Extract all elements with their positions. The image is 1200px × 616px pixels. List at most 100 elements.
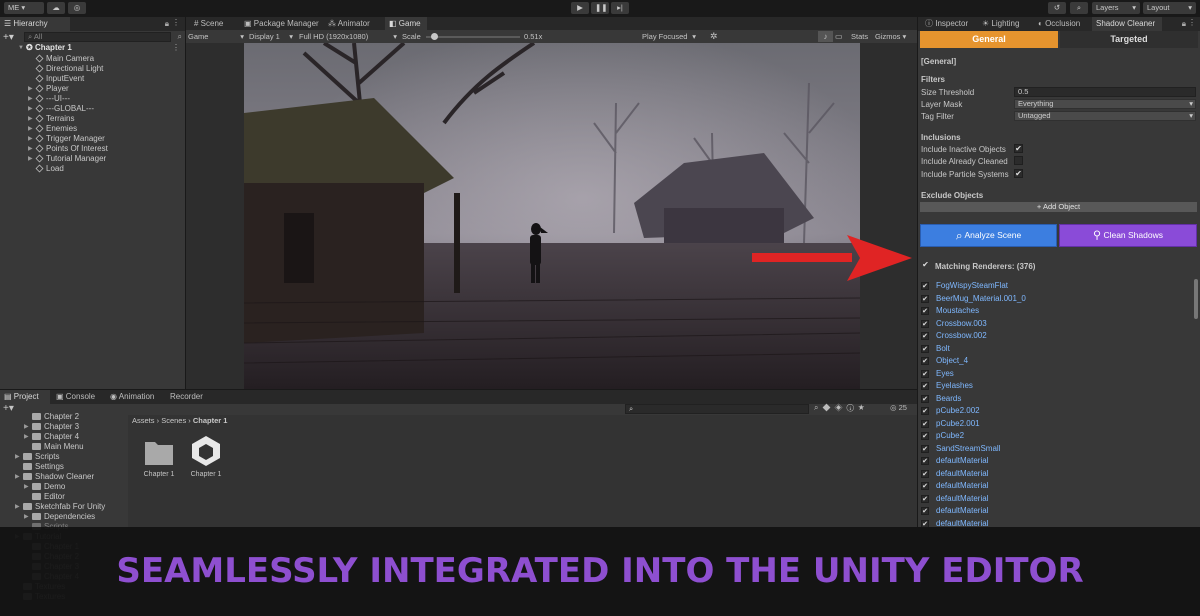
lock-icon[interactable]: 🔒︎ bbox=[165, 19, 169, 29]
tab-hierarchy[interactable]: ☰ Hierarchy bbox=[0, 17, 70, 31]
analyze-scene-button[interactable]: ⌕ Analyze Scene bbox=[920, 224, 1057, 247]
hierarchy-item[interactable]: ▶ Terrains bbox=[28, 114, 74, 124]
renderer-link[interactable]: FogWispySteamFlat bbox=[936, 280, 1008, 292]
expand-arrow-icon[interactable]: ▶ bbox=[24, 432, 32, 442]
renderer-link[interactable]: pCube2.001 bbox=[936, 418, 980, 430]
renderer-link[interactable]: Crossbow.002 bbox=[936, 330, 987, 342]
hierarchy-item[interactable]: ▶ Points Of Interest bbox=[28, 144, 108, 154]
expand-arrow-icon[interactable]: ▼ bbox=[18, 43, 26, 53]
select-all-checkbox[interactable]: ✔ bbox=[921, 261, 930, 270]
breadcrumb-chapter[interactable]: Chapter 1 bbox=[193, 416, 228, 425]
renderer-link[interactable]: Beards bbox=[936, 393, 961, 405]
project-tree-item[interactable]: ▶ Sketchfab For Unity bbox=[15, 502, 105, 512]
hierarchy-item[interactable]: ▶ ---UI--- bbox=[28, 94, 70, 104]
expand-arrow-icon[interactable]: ▶ bbox=[28, 124, 36, 134]
game-viewport[interactable] bbox=[244, 43, 860, 389]
project-tree-item[interactable]: Settings bbox=[15, 462, 64, 472]
expand-arrow-icon[interactable]: ▶ bbox=[28, 84, 36, 94]
hierarchy-item[interactable]: ▶ Trigger Manager bbox=[28, 134, 105, 144]
project-tree-item[interactable]: ▶ Dependencies bbox=[24, 512, 95, 522]
cloud-icon[interactable]: ☁ bbox=[47, 2, 65, 14]
renderer-link[interactable]: BeerMug_Material.001_0 bbox=[936, 293, 1026, 305]
renderer-checkbox[interactable]: ✔ bbox=[921, 369, 929, 378]
project-tree-item[interactable]: ▶ Chapter 4 bbox=[24, 432, 79, 442]
expand-arrow-icon[interactable]: ▶ bbox=[24, 512, 32, 522]
renderer-checkbox[interactable]: ✔ bbox=[921, 469, 929, 478]
project-tree-item[interactable]: Editor bbox=[24, 492, 65, 502]
bug-icon[interactable]: ✲ bbox=[710, 30, 718, 43]
layout-dropdown[interactable]: Layout ▾ bbox=[1143, 2, 1196, 14]
play-mode-dropdown[interactable]: Play Focused ▾ bbox=[642, 31, 696, 42]
renderer-checkbox[interactable]: ✔ bbox=[921, 294, 929, 303]
tab-targeted[interactable]: Targeted bbox=[1060, 31, 1198, 48]
project-toolbar-icons[interactable]: ⌕◆◈ⓘ★ bbox=[814, 403, 868, 413]
gizmos-button[interactable]: Gizmos ▾ bbox=[875, 31, 906, 42]
scale-slider-handle[interactable] bbox=[430, 33, 438, 40]
hierarchy-item[interactable]: ▶ ---GLOBAL--- bbox=[28, 104, 94, 114]
include-particles-checkbox[interactable]: ✔ bbox=[1014, 169, 1023, 178]
renderer-link[interactable]: pCube2.002 bbox=[936, 405, 980, 417]
renderer-checkbox[interactable]: ✔ bbox=[921, 407, 929, 415]
pause-button[interactable]: ❚❚ bbox=[591, 2, 609, 14]
expand-arrow-icon[interactable]: ▶ bbox=[28, 144, 36, 154]
breadcrumb-scenes[interactable]: Scenes bbox=[161, 416, 186, 425]
hierarchy-item[interactable]: Directional Light bbox=[28, 64, 103, 74]
expand-arrow-icon[interactable]: ▶ bbox=[28, 94, 36, 104]
project-tree-item[interactable]: ▶ Chapter 3 bbox=[24, 422, 79, 432]
expand-arrow-icon[interactable]: ▶ bbox=[28, 134, 36, 144]
project-tree-item[interactable]: Chapter 2 bbox=[24, 412, 79, 422]
scale-slider-track[interactable] bbox=[426, 36, 520, 38]
hierarchy-item[interactable]: InputEvent bbox=[28, 74, 84, 84]
stats-button[interactable]: Stats bbox=[851, 31, 868, 42]
renderer-link[interactable]: Bolt bbox=[936, 343, 950, 355]
display-dropdown[interactable]: Display 1 ▾ bbox=[249, 31, 293, 42]
renderer-link[interactable]: defaultMaterial bbox=[936, 468, 988, 480]
display-icon[interactable]: ▭ bbox=[835, 31, 843, 42]
renderer-link[interactable]: SandStreamSmall bbox=[936, 443, 1000, 455]
renderer-checkbox[interactable]: ✔ bbox=[921, 432, 929, 440]
renderer-checkbox[interactable]: ✔ bbox=[921, 344, 929, 353]
game-mode-dropdown[interactable]: Game ▾ bbox=[188, 31, 244, 42]
create-plus-icon[interactable]: +▾ bbox=[3, 32, 14, 43]
renderer-link[interactable]: Moustaches bbox=[936, 305, 979, 317]
renderer-checkbox[interactable]: ✔ bbox=[921, 457, 929, 465]
add-object-button[interactable]: + Add Object bbox=[920, 202, 1197, 212]
renderer-checkbox[interactable]: ✔ bbox=[921, 307, 929, 315]
renderer-checkbox[interactable]: ✔ bbox=[921, 507, 929, 515]
renderer-link[interactable]: Crossbow.003 bbox=[936, 318, 987, 330]
hierarchy-item[interactable]: Main Camera bbox=[28, 54, 94, 64]
tab-project[interactable]: ▤ Project bbox=[0, 390, 50, 404]
renderer-link[interactable]: defaultMaterial bbox=[936, 480, 988, 492]
play-button[interactable]: ▶ bbox=[571, 2, 589, 14]
renderer-link[interactable]: defaultMaterial bbox=[936, 505, 988, 517]
project-search-input[interactable]: ⌕ bbox=[625, 404, 809, 414]
tab-shadow-cleaner[interactable]: Shadow Cleaner bbox=[1092, 17, 1162, 31]
search-icon[interactable]: ⌕ bbox=[1070, 2, 1088, 14]
hierarchy-item[interactable]: ▶ Enemies bbox=[28, 124, 77, 134]
include-inactive-checkbox[interactable]: ✔ bbox=[1014, 144, 1023, 153]
tab-animator[interactable]: ⁂ Animator bbox=[324, 17, 384, 31]
renderer-checkbox[interactable]: ✔ bbox=[921, 444, 929, 453]
renderer-checkbox[interactable]: ✔ bbox=[921, 282, 929, 290]
tab-scene[interactable]: # Scene bbox=[190, 17, 240, 31]
account-dropdown[interactable]: ME ▾ bbox=[4, 2, 44, 14]
include-cleaned-checkbox[interactable] bbox=[1014, 156, 1023, 165]
project-tree-item[interactable]: ▶ Demo bbox=[24, 482, 65, 492]
clean-shadows-button[interactable]: ⚲ Clean Shadows bbox=[1059, 224, 1197, 247]
renderer-link[interactable]: defaultMaterial bbox=[936, 455, 988, 467]
tag-filter-dropdown[interactable]: Untagged ▾ bbox=[1014, 111, 1196, 121]
hierarchy-item[interactable]: ▶ Player bbox=[28, 84, 69, 94]
renderer-checkbox[interactable]: ✔ bbox=[921, 394, 929, 403]
hierarchy-item[interactable]: ▶ Tutorial Manager bbox=[28, 154, 106, 164]
history-icon[interactable]: ↺ bbox=[1048, 2, 1066, 14]
expand-arrow-icon[interactable]: ▶ bbox=[28, 154, 36, 164]
tab-lighting[interactable]: ☀ Lighting bbox=[978, 17, 1032, 31]
scene-asset[interactable] bbox=[190, 435, 222, 467]
kebab-menu-icon[interactable]: ⋮ bbox=[172, 43, 180, 52]
step-button[interactable]: ▸| bbox=[611, 2, 629, 14]
renderer-link[interactable]: Eyelashes bbox=[936, 380, 973, 392]
renderer-link[interactable]: defaultMaterial bbox=[936, 493, 988, 505]
hierarchy-search-input[interactable]: ⌕ All bbox=[24, 32, 171, 42]
project-tree-item[interactable]: ▶ Shadow Cleaner bbox=[15, 472, 94, 482]
renderer-checkbox[interactable]: ✔ bbox=[921, 419, 929, 428]
